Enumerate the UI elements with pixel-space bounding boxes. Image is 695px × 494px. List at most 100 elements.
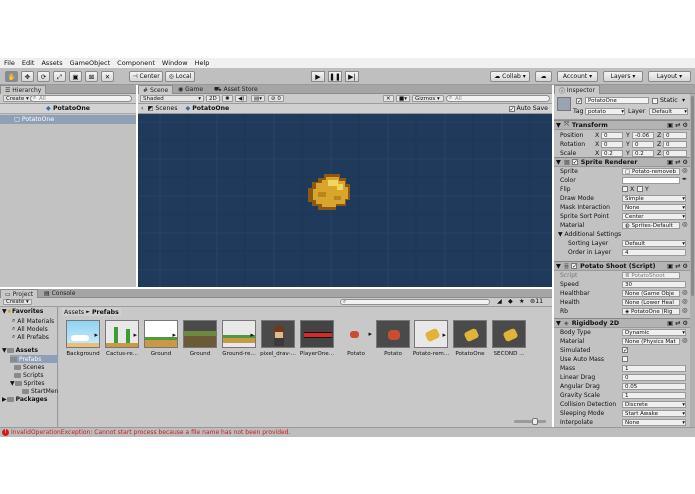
- filter-label-icon[interactable]: ◆: [508, 298, 513, 305]
- sort-point-dropdown[interactable]: Center ▾: [622, 213, 686, 220]
- expand-arrow-icon[interactable]: ▸: [442, 331, 446, 339]
- effects-dropdown[interactable]: ▤▾: [251, 95, 265, 102]
- body-type-dropdown[interactable]: Dynamic ▾: [622, 329, 686, 336]
- object-picker-icon[interactable]: ◎: [682, 307, 687, 314]
- object-picker-icon[interactable]: ◎: [682, 298, 687, 305]
- interpolate-dropdown[interactable]: None ▾: [622, 419, 686, 426]
- additional-settings-foldout[interactable]: ▼ Additional Settings: [558, 230, 621, 239]
- tab-asset-store[interactable]: ⛟ Asset Store: [210, 85, 262, 94]
- expand-arrow-icon[interactable]: ▸: [94, 331, 98, 339]
- asset-potato-removed[interactable]: ▸ Potato-rem...: [413, 320, 449, 357]
- flip-y-checkbox[interactable]: [637, 186, 643, 192]
- eyedropper-icon[interactable]: ✒: [682, 176, 687, 183]
- hand-tool-button[interactable]: ✋: [5, 71, 18, 82]
- hierarchy-item-potatoone[interactable]: ▢ PotatoOne: [0, 115, 136, 124]
- packages-foldout[interactable]: ▶ Packages: [2, 396, 47, 403]
- rb-field[interactable]: ◈ PotatoOne (Rig: [622, 308, 680, 315]
- folder-prefabs[interactable]: Prefabs: [10, 355, 58, 363]
- pause-button[interactable]: ❚❚: [328, 71, 342, 82]
- use-auto-mass-checkbox[interactable]: [622, 356, 628, 362]
- health-field[interactable]: None (Lower Heal: [622, 299, 680, 306]
- play-button[interactable]: ▶: [311, 71, 325, 82]
- tab-inspector[interactable]: ⓘ Inspector: [554, 85, 600, 95]
- assets-foldout[interactable]: ▼ Assets: [2, 347, 38, 354]
- account-dropdown[interactable]: Account ▾: [557, 71, 598, 82]
- fav-all-models[interactable]: ⌕ All Models: [12, 325, 48, 333]
- menu-gameobject[interactable]: GameObject: [70, 59, 111, 67]
- layers-dropdown[interactable]: Layers ▾: [603, 71, 643, 82]
- asset-cactus[interactable]: ▸ Cactus-re...: [104, 320, 140, 357]
- thumbnail-size-slider[interactable]: [514, 418, 546, 425]
- gravity-scale-field[interactable]: 1: [622, 392, 686, 399]
- asset-potato-2[interactable]: Potato: [375, 320, 411, 357]
- healthbar-field[interactable]: None (Game Obje: [622, 290, 680, 297]
- layer-dropdown[interactable]: Default ▾: [649, 108, 688, 115]
- flip-x-checkbox[interactable]: [622, 186, 628, 192]
- order-in-layer-field[interactable]: 4: [622, 249, 686, 256]
- hierarchy-search-input[interactable]: ⌕ All: [30, 95, 132, 102]
- hierarchy-scene-header[interactable]: ◆ PotatoOne: [0, 104, 136, 114]
- custom-tool-button[interactable]: ✕: [101, 71, 114, 82]
- folder-scenes[interactable]: Scenes: [14, 364, 44, 371]
- gizmos-dropdown[interactable]: Gizmos ▾: [412, 95, 444, 102]
- 2d-toggle[interactable]: 2D: [206, 95, 220, 102]
- cloud-button[interactable]: ☁: [535, 71, 552, 82]
- sprite-renderer-enabled-checkbox[interactable]: [571, 159, 578, 165]
- breadcrumb-scenes[interactable]: Scenes: [155, 105, 177, 112]
- rect-tool-button[interactable]: ▣: [69, 71, 82, 82]
- scale-x-field[interactable]: 0.2: [601, 150, 623, 157]
- asset-potato-1[interactable]: ▸ Potato: [338, 320, 374, 357]
- favorite-star-icon[interactable]: ★: [519, 298, 525, 305]
- menu-component[interactable]: Component: [117, 59, 155, 67]
- back-arrow-icon[interactable]: ‹: [141, 105, 143, 112]
- asset-background[interactable]: ▸ Background: [65, 320, 101, 357]
- tag-dropdown[interactable]: potato ▾: [585, 108, 625, 115]
- sprite-renderer-header[interactable]: ▼ ▦ Sprite Renderer ▣ ⇄ ⚙: [554, 157, 690, 167]
- collab-dropdown[interactable]: ☁ Collab ▾: [490, 71, 530, 82]
- hierarchy-create-button[interactable]: Create ▾: [3, 95, 32, 102]
- object-picker-icon[interactable]: ◎: [682, 289, 687, 296]
- menu-help[interactable]: Help: [195, 59, 210, 67]
- active-checkbox[interactable]: [576, 98, 582, 104]
- sorting-layer-dropdown[interactable]: Default ▾: [622, 240, 686, 247]
- menu-edit[interactable]: Edit: [22, 59, 35, 67]
- folder-sprites[interactable]: ▼ Sprites: [10, 380, 45, 387]
- breadcrumb-object[interactable]: PotatoOne: [192, 105, 229, 112]
- lighting-toggle[interactable]: ✺: [222, 95, 233, 102]
- breadcrumb-prefabs[interactable]: Prefabs: [92, 309, 119, 316]
- transform-tool-button[interactable]: ⊠: [85, 71, 98, 82]
- project-create-button[interactable]: Create ▾: [3, 299, 32, 305]
- object-picker-icon[interactable]: ◎: [682, 337, 687, 344]
- pivot-center-button[interactable]: ⊣ Center: [129, 71, 163, 82]
- potato-shoot-enabled-checkbox[interactable]: [571, 263, 578, 269]
- object-picker-icon[interactable]: ◎: [682, 221, 687, 228]
- color-field[interactable]: [622, 177, 680, 184]
- favorites-foldout[interactable]: ▼ ★ Favorites: [2, 308, 43, 315]
- static-checkbox[interactable]: [652, 98, 658, 104]
- rotation-y-field[interactable]: 0: [632, 141, 654, 148]
- fav-all-materials[interactable]: ⌕ All Materials: [12, 317, 54, 325]
- tab-game[interactable]: ◉ Game: [174, 85, 207, 94]
- asset-ground-re[interactable]: ▸ Ground-re...: [221, 320, 257, 357]
- tab-scene[interactable]: # Scene: [138, 85, 174, 94]
- filter-type-icon[interactable]: ◢: [497, 298, 502, 305]
- project-search-input[interactable]: ⌕: [340, 299, 490, 305]
- expand-arrow-icon[interactable]: ▸: [368, 330, 372, 338]
- linear-drag-field[interactable]: 0: [622, 374, 686, 381]
- asset-ground-1[interactable]: ▸ Ground: [143, 320, 179, 357]
- rb-material-field[interactable]: None (Physics Mat: [622, 338, 680, 345]
- asset-pixel-drawing[interactable]: pixel_drav-...: [260, 320, 296, 357]
- expand-arrow-icon[interactable]: ▸: [172, 331, 176, 339]
- rigidbody2d-header[interactable]: ▼ ◈ Rigidbody 2D ▣ ⇄ ⚙: [554, 318, 690, 328]
- scene-viewport[interactable]: [138, 114, 552, 287]
- potato-shoot-header[interactable]: ▼ ≣ Potato Shoot (Script) ▣ ⇄ ⚙: [554, 261, 690, 271]
- sprite-field[interactable]: ▢ Potato-removeb: [622, 168, 680, 175]
- rotate-tool-button[interactable]: ⟳: [37, 71, 50, 82]
- tools-toggle[interactable]: ✕: [383, 95, 394, 102]
- asset-playerone[interactable]: PlayerOne...: [299, 320, 335, 357]
- asset-ground-2[interactable]: Ground: [182, 320, 218, 357]
- status-bar[interactable]: ! InvalidOperationException: Cannot star…: [0, 427, 695, 437]
- menu-file[interactable]: File: [4, 59, 15, 67]
- inspector-scroll-thumb[interactable]: [691, 96, 694, 296]
- expand-arrow-icon[interactable]: ▸: [133, 331, 137, 339]
